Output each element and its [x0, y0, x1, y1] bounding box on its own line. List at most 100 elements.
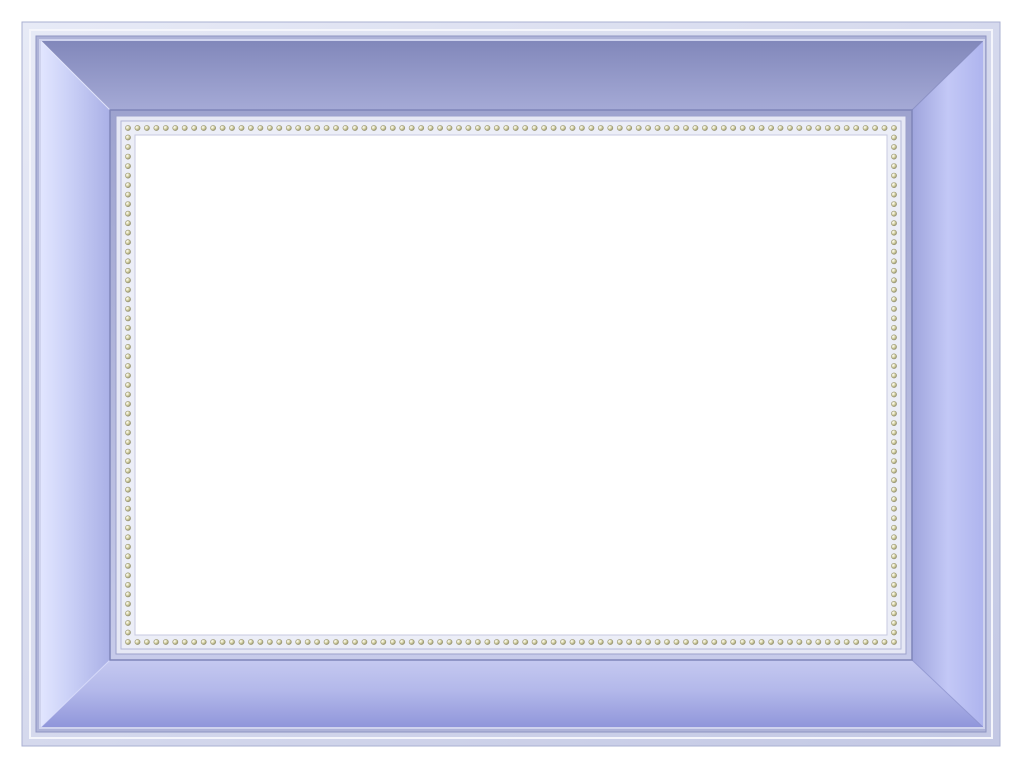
bead: [720, 639, 727, 645]
bead: [664, 639, 670, 645]
bead: [872, 125, 878, 131]
bead: [768, 125, 774, 131]
bead: [739, 125, 746, 131]
bead: [125, 563, 131, 569]
bead: [512, 125, 519, 131]
bead: [181, 639, 188, 645]
bead: [645, 639, 651, 645]
bead: [806, 639, 812, 645]
bead: [456, 639, 462, 645]
bead: [125, 305, 131, 312]
bead: [125, 534, 131, 541]
bead: [210, 125, 216, 131]
bead: [125, 182, 131, 188]
bead: [616, 639, 623, 645]
bead: [891, 163, 897, 169]
bead: [210, 639, 216, 645]
bead: [125, 172, 131, 179]
bead: [891, 591, 897, 598]
bead: [125, 467, 131, 474]
bead: [125, 296, 131, 303]
bead: [295, 639, 302, 645]
bead: [125, 286, 131, 293]
bead: [777, 639, 784, 645]
bead: [125, 543, 131, 550]
bead: [891, 601, 897, 607]
bead: [125, 277, 131, 284]
bead: [125, 210, 131, 217]
bead: [891, 125, 897, 131]
bead: [418, 639, 425, 645]
bead: [418, 125, 425, 131]
bead: [153, 639, 160, 645]
bead: [683, 639, 689, 645]
bead: [796, 639, 803, 645]
bead: [891, 182, 897, 188]
bead: [370, 639, 377, 645]
bead: [437, 639, 443, 645]
bead: [474, 639, 481, 645]
bead: [125, 382, 131, 388]
picture-frame-canvas: [0, 0, 1024, 767]
bead: [891, 382, 897, 388]
bead: [891, 220, 897, 227]
bead: [493, 125, 500, 131]
bead: [891, 448, 897, 455]
bead: [891, 515, 897, 522]
bead: [125, 239, 131, 246]
bead: [891, 296, 897, 303]
bead: [427, 639, 434, 645]
bead: [891, 153, 897, 160]
bead: [824, 639, 831, 645]
bead: [333, 639, 339, 645]
bead: [891, 543, 897, 550]
bead: [730, 125, 737, 131]
bead: [125, 191, 131, 198]
bead: [333, 125, 339, 131]
bead: [843, 639, 850, 645]
bead: [125, 505, 131, 512]
bead: [891, 324, 897, 331]
bead: [739, 639, 746, 645]
bead: [399, 125, 406, 131]
bead: [247, 639, 254, 645]
bead: [787, 639, 793, 645]
bead: [266, 639, 273, 645]
bead: [474, 125, 481, 131]
bead: [125, 229, 131, 236]
bead: [276, 639, 283, 645]
bead: [891, 343, 897, 350]
bead: [370, 125, 377, 131]
bead: [891, 458, 897, 464]
bead: [711, 639, 718, 645]
bead: [399, 639, 406, 645]
bead: [191, 125, 198, 131]
bead: [626, 639, 633, 645]
bead: [891, 534, 897, 541]
bead: [891, 267, 897, 274]
bead: [125, 153, 131, 160]
bead: [654, 639, 661, 645]
bead: [891, 286, 897, 293]
picture-area: [134, 134, 888, 636]
bead: [806, 125, 812, 131]
bead: [125, 401, 131, 407]
bead: [125, 410, 131, 417]
bead: [219, 639, 226, 645]
bead: [702, 639, 708, 645]
bead: [143, 639, 150, 645]
bead: [749, 639, 755, 645]
bead: [238, 639, 245, 645]
bead: [579, 639, 585, 645]
bead: [768, 639, 774, 645]
bead: [276, 125, 283, 131]
bead: [125, 334, 131, 341]
bead: [588, 639, 595, 645]
bead: [730, 639, 737, 645]
bead: [134, 639, 141, 645]
bead: [446, 125, 453, 131]
bead: [162, 125, 169, 131]
bead: [891, 496, 897, 503]
frame-bevel-bottom: [40, 660, 984, 728]
bead: [143, 125, 150, 131]
